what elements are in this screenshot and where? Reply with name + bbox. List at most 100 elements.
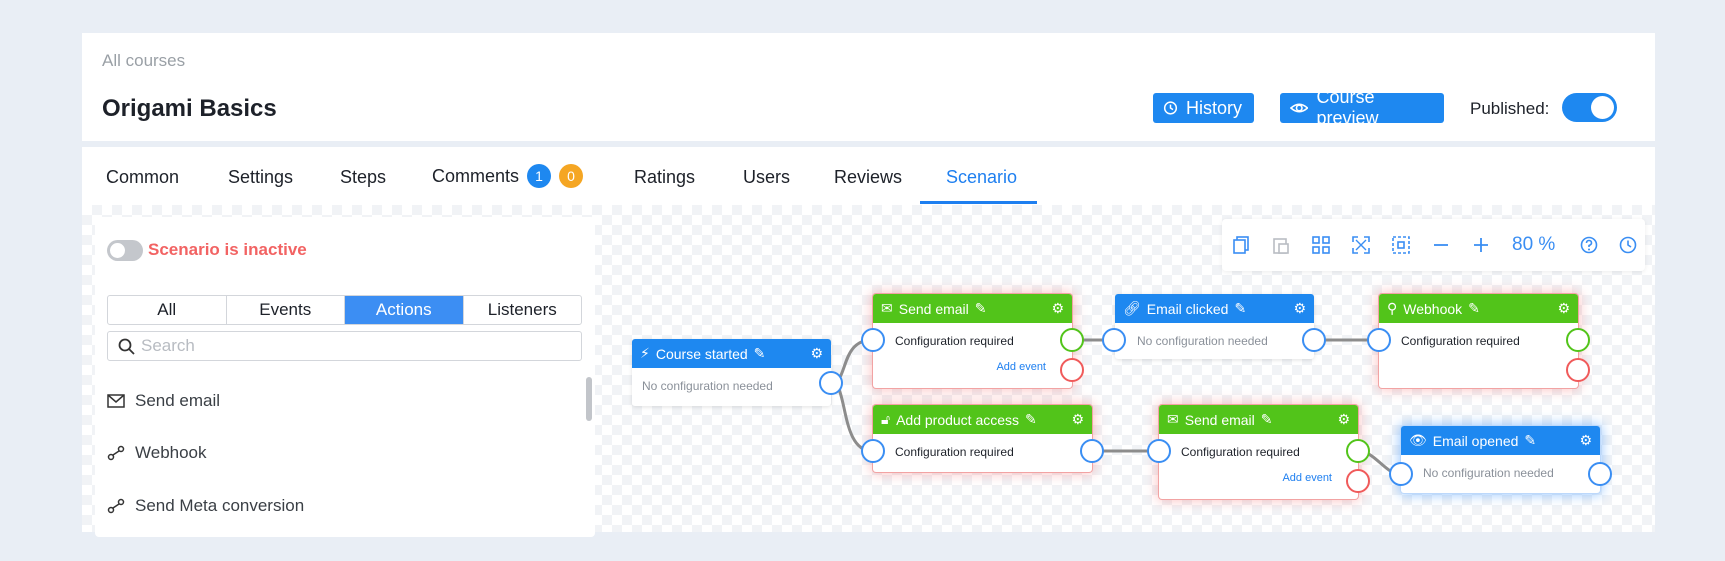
node-send-email[interactable]: ✉ Send email ✎ ⚙ Configuration required … [1159,405,1358,499]
gear-icon[interactable]: ⚙ [1051,300,1064,317]
paste-icon[interactable] [1272,236,1290,254]
lock-icon: 🔓︎ [881,411,891,427]
mail-icon [107,394,125,408]
webhook-icon: ⚲ [1387,300,1398,316]
list-item-send-meta-conversion[interactable]: Send Meta conversion [107,496,304,516]
fit-screen-icon[interactable] [1352,236,1370,254]
node-body: Configuration required [895,334,1014,348]
node-header: 👁︎ Email opened ✎ ⚙ [1401,426,1600,455]
node-body: Configuration required [1401,334,1520,348]
node-body: Configuration required [1181,445,1300,459]
node-title: Send email [1184,411,1255,428]
success-port[interactable] [1566,328,1590,352]
filter-segmented-control: All Events Actions Listeners [107,295,582,325]
gear-icon[interactable]: ⚙ [1557,300,1570,317]
list-item-label: Webhook [135,443,207,462]
node-title: Course started [655,345,748,362]
edit-icon[interactable]: ✎ [754,345,766,362]
list-item-webhook[interactable]: Webhook [107,443,207,463]
panel-scrollbar[interactable] [586,377,592,421]
add-event-link[interactable]: Add event [1282,472,1332,484]
grid-icon[interactable] [1312,236,1330,254]
node-title: Email opened [1432,432,1519,449]
input-port[interactable] [1367,328,1391,352]
node-header: ✉ Send email ✎ ⚙ [1159,405,1358,434]
output-port[interactable] [1588,462,1612,486]
filter-all[interactable]: All [108,296,227,324]
success-port[interactable] [1060,328,1084,352]
node-body: Configuration required [895,445,1014,459]
output-port[interactable] [1302,328,1326,352]
gear-icon[interactable]: ⚙ [810,345,823,362]
help-icon[interactable] [1580,236,1598,254]
eye-icon: 👁︎ [1409,432,1427,448]
list-item-send-email[interactable]: Send email [107,391,220,411]
filter-listeners[interactable]: Listeners [464,296,582,324]
failure-port[interactable] [1346,469,1370,493]
input-port[interactable] [1389,462,1413,486]
node-header: 🔓︎ Add product access ✎ ⚙ [873,405,1092,434]
node-body: No configuration needed [1423,466,1554,480]
output-port[interactable] [819,371,843,395]
success-port[interactable] [1346,439,1370,463]
select-area-icon[interactable] [1392,236,1410,254]
node-title: Send email [898,300,969,317]
node-header: 🔗︎ Email clicked ✎ ⚙ [1115,294,1314,323]
copy-icon[interactable] [1232,236,1250,254]
node-header: ✉ Send email ✎ ⚙ [873,294,1072,323]
list-item-label: Send email [135,391,221,410]
input-port[interactable] [861,439,885,463]
elements-panel: Scenario is inactive All Events Actions … [95,217,595,537]
history-icon[interactable] [1619,236,1637,254]
failure-port[interactable] [1566,358,1590,382]
list-item-label: Send Meta conversion [135,496,305,515]
node-header: ⚲ Webhook ✎ ⚙ [1379,294,1578,323]
node-body: No configuration needed [642,379,773,393]
node-header: ⚡ Course started ✎ ⚙ [632,339,831,368]
zoom-level: 80 % [1512,234,1556,255]
node-webhook[interactable]: ⚲ Webhook ✎ ⚙ Configuration required [1379,294,1578,388]
zoom-in-icon[interactable] [1472,236,1490,254]
node-email-clicked[interactable]: 🔗︎ Email clicked ✎ ⚙ No configuration ne… [1115,294,1314,359]
node-add-product-access[interactable]: 🔓︎ Add product access ✎ ⚙ Configuration … [873,405,1092,472]
add-event-link[interactable]: Add event [996,361,1046,373]
node-body: No configuration needed [1137,334,1268,348]
gear-icon[interactable]: ⚙ [1337,411,1350,428]
input-port[interactable] [1147,439,1171,463]
edit-icon[interactable]: ✎ [1261,411,1273,428]
scenario-active-toggle[interactable] [107,240,143,261]
edit-icon[interactable]: ✎ [1234,300,1246,317]
webhook-icon [107,445,125,461]
gear-icon[interactable]: ⚙ [1071,411,1084,428]
search-input[interactable] [141,336,561,356]
scenario-status-label: Scenario is inactive [148,240,307,259]
canvas-toolbar: 80 % [1222,219,1645,271]
toggle-knob [110,243,125,258]
search-icon [118,338,135,355]
edit-icon[interactable]: ✎ [1524,432,1536,449]
output-port[interactable] [1080,439,1104,463]
edit-icon[interactable]: ✎ [975,300,987,317]
search-box [107,331,582,361]
gear-icon[interactable]: ⚙ [1579,432,1592,449]
zoom-out-icon[interactable] [1432,236,1450,254]
node-title: Add product access [896,411,1020,428]
edit-icon[interactable]: ✎ [1468,300,1480,317]
webhook-icon [107,498,125,514]
filter-events[interactable]: Events [227,296,345,324]
input-port[interactable] [861,328,885,352]
gear-icon[interactable]: ⚙ [1293,300,1306,317]
node-email-opened[interactable]: 👁︎ Email opened ✎ ⚙ No configuration nee… [1401,426,1600,493]
failure-port[interactable] [1060,358,1084,382]
node-course-started[interactable]: ⚡ Course started ✎ ⚙ No configuration ne… [632,339,831,406]
mail-icon: ✉ [881,300,893,316]
link-icon: 🔗︎ [1123,300,1141,316]
lightning-icon: ⚡ [640,345,650,361]
node-send-email[interactable]: ✉ Send email ✎ ⚙ Configuration required … [873,294,1072,388]
node-title: Webhook [1403,300,1463,317]
mail-icon: ✉ [1167,411,1179,427]
edit-icon[interactable]: ✎ [1025,411,1037,428]
node-title: Email clicked [1146,300,1229,317]
input-port[interactable] [1102,328,1126,352]
filter-actions[interactable]: Actions [345,296,464,324]
